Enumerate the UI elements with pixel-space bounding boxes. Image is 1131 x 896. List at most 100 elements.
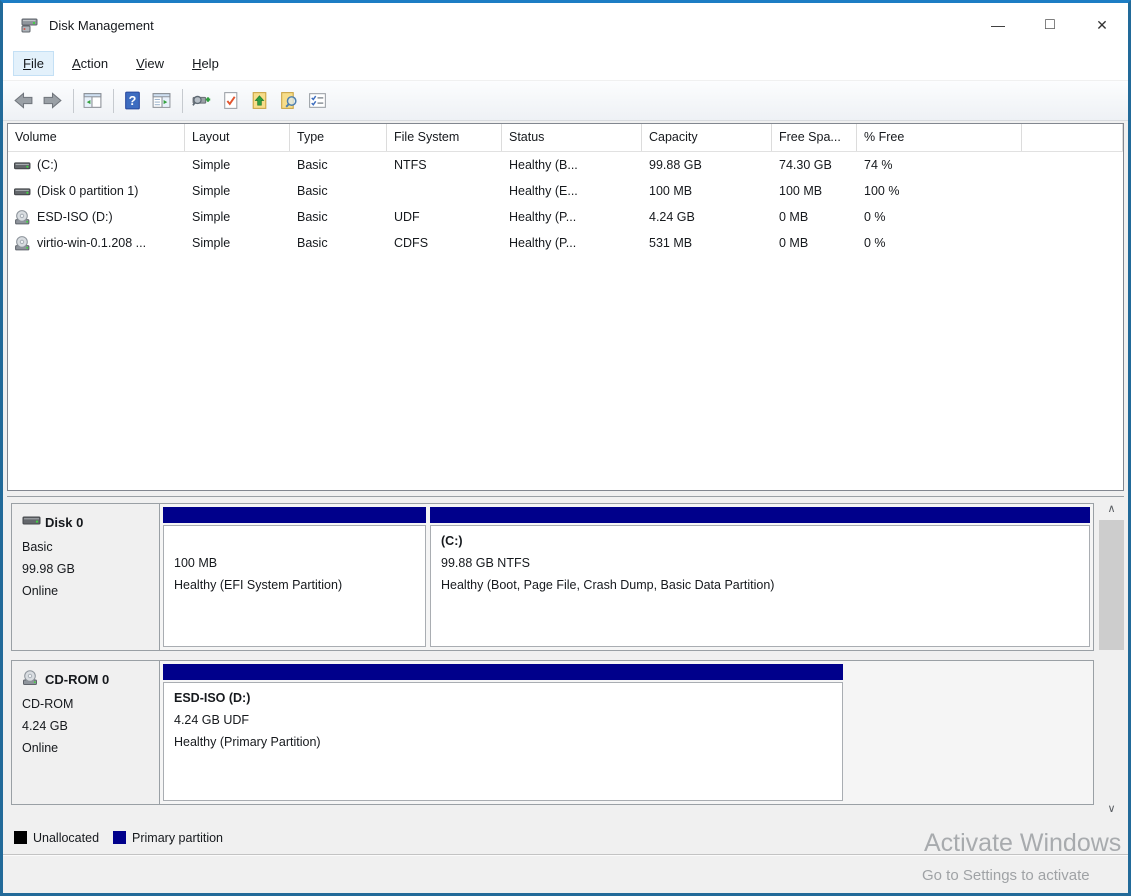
rescan-disks-icon[interactable] — [188, 87, 215, 114]
partition-size: 4.24 GB UDF — [174, 709, 832, 731]
column-header-pct-free[interactable]: % Free — [857, 124, 1022, 151]
close-button[interactable]: ✕ — [1076, 3, 1128, 47]
partition-color-band — [163, 664, 843, 680]
volume-name: virtio-win-0.1.208 ... — [37, 236, 146, 250]
cdrom-0-header[interactable]: CD-ROM 0 CD-ROM 4.24 GB Online — [12, 661, 160, 804]
forward-arrow-icon[interactable] — [39, 87, 66, 114]
disk-size: 99.98 GB — [22, 558, 155, 580]
disk-volume-icon — [14, 157, 31, 174]
partition-size: 99.88 GB NTFS — [441, 552, 1079, 574]
scroll-up-icon[interactable]: ∧ — [1099, 499, 1124, 518]
properties-list-icon[interactable] — [304, 87, 331, 114]
disk-status: Online — [22, 737, 155, 759]
partition-status: Healthy (Primary Partition) — [174, 731, 832, 753]
column-header-type[interactable]: Type — [290, 124, 387, 151]
volume-pct-free: 0 % — [857, 210, 1022, 224]
partition-title: (C:) — [441, 530, 1079, 552]
partition-status: Healthy (Boot, Page File, Crash Dump, Ba… — [441, 574, 1079, 596]
legend-label: Unallocated — [33, 831, 99, 845]
scroll-down-icon[interactable]: ∨ — [1099, 799, 1124, 818]
toolbar-separator — [113, 89, 114, 113]
menu-view[interactable]: View — [126, 51, 174, 76]
column-header-layout[interactable]: Layout — [185, 124, 290, 151]
column-header-status[interactable]: Status — [502, 124, 642, 151]
column-header-free-space[interactable]: Free Spa... — [772, 124, 857, 151]
cd-rom-icon — [22, 670, 42, 689]
disk-graph-pane: Disk 0 Basic 99.98 GB Online 100 MB Heal… — [7, 496, 1124, 820]
column-header-file-system[interactable]: File System — [387, 124, 502, 151]
menu-file[interactable]: File — [13, 51, 54, 76]
partition-title — [174, 530, 415, 552]
disk-size: 4.24 GB — [22, 715, 155, 737]
volume-free: 100 MB — [772, 184, 857, 198]
volume-row-c[interactable]: (C:) Simple Basic NTFS Healthy (B... 99.… — [8, 152, 1123, 178]
partition-size: 100 MB — [174, 552, 415, 574]
volume-status: Healthy (B... — [502, 158, 642, 172]
volume-name: (Disk 0 partition 1) — [37, 184, 138, 198]
partition-c[interactable]: (C:) 99.88 GB NTFS Healthy (Boot, Page F… — [430, 507, 1090, 647]
disk-name: Disk 0 — [45, 515, 83, 530]
titlebar: Disk Management — □ ✕ — [3, 3, 1128, 47]
volume-row-virtio-win[interactable]: virtio-win-0.1.208 ... Simple Basic CDFS… — [8, 230, 1123, 256]
vertical-scrollbar[interactable]: ∧ ∨ — [1099, 499, 1124, 818]
volume-layout: Simple — [185, 210, 290, 224]
volume-fs: NTFS — [387, 158, 502, 172]
menu-help[interactable]: Help — [182, 51, 229, 76]
disk-status: Online — [22, 580, 155, 602]
volume-list-pane: Volume Layout Type File System Status Ca… — [7, 123, 1124, 491]
primary-partition-swatch — [113, 831, 126, 844]
volume-type: Basic — [290, 210, 387, 224]
partition-efi[interactable]: 100 MB Healthy (EFI System Partition) — [163, 507, 426, 647]
legend-bar: Unallocated Primary partition — [3, 821, 1128, 855]
window-title: Disk Management — [49, 18, 154, 33]
file-up-icon[interactable] — [246, 87, 273, 114]
volume-list-header: Volume Layout Type File System Status Ca… — [8, 124, 1123, 152]
volume-capacity: 100 MB — [642, 184, 772, 198]
cdrom-0-row: CD-ROM 0 CD-ROM 4.24 GB Online ESD-ISO (… — [11, 660, 1094, 805]
minimize-button[interactable]: — — [972, 3, 1024, 47]
disk-0-header[interactable]: Disk 0 Basic 99.98 GB Online — [12, 504, 160, 650]
disk-kind: Basic — [22, 536, 155, 558]
maximize-button[interactable]: □ — [1024, 3, 1076, 47]
cd-volume-icon — [14, 209, 31, 226]
unallocated-swatch — [14, 831, 27, 844]
help-icon[interactable]: ? — [119, 87, 146, 114]
volume-layout: Simple — [185, 236, 290, 250]
toolbar: ? — [3, 81, 1128, 121]
column-header-volume[interactable]: Volume — [8, 124, 185, 151]
menu-action[interactable]: Action — [62, 51, 118, 76]
menubar: File Action View Help — [3, 47, 1128, 81]
volume-name: (C:) — [37, 158, 58, 172]
volume-status: Healthy (E... — [502, 184, 642, 198]
volume-fs: CDFS — [387, 236, 502, 250]
disk-management-window: Disk Management — □ ✕ File Action View H… — [0, 0, 1131, 896]
partition-color-band — [163, 507, 426, 523]
window-controls: — □ ✕ — [972, 3, 1128, 47]
partition-status: Healthy (EFI System Partition) — [174, 574, 415, 596]
app-icon — [20, 15, 40, 35]
svg-text:?: ? — [129, 94, 137, 108]
show-action-pane-icon[interactable] — [148, 87, 175, 114]
volume-pct-free: 0 % — [857, 236, 1022, 250]
volume-capacity: 531 MB — [642, 236, 772, 250]
partition-title: ESD-ISO (D:) — [174, 687, 832, 709]
show-console-tree-icon[interactable] — [79, 87, 106, 114]
volume-pct-free: 74 % — [857, 158, 1022, 172]
volume-name: ESD-ISO (D:) — [37, 210, 113, 224]
volume-free: 74.30 GB — [772, 158, 857, 172]
scrollbar-thumb[interactable] — [1099, 520, 1124, 650]
back-arrow-icon[interactable] — [10, 87, 37, 114]
disk-volume-icon — [14, 183, 31, 200]
disk-0-row: Disk 0 Basic 99.98 GB Online 100 MB Heal… — [11, 503, 1094, 651]
column-header-capacity[interactable]: Capacity — [642, 124, 772, 151]
file-search-icon[interactable] — [275, 87, 302, 114]
disk-kind: CD-ROM — [22, 693, 155, 715]
partition-esd-iso[interactable]: ESD-ISO (D:) 4.24 GB UDF Healthy (Primar… — [163, 664, 843, 801]
volume-row-disk0-partition1[interactable]: (Disk 0 partition 1) Simple Basic Health… — [8, 178, 1123, 204]
check-document-icon[interactable] — [217, 87, 244, 114]
volume-layout: Simple — [185, 184, 290, 198]
partition-color-band — [430, 507, 1090, 523]
volume-row-esd-iso[interactable]: ESD-ISO (D:) Simple Basic UDF Healthy (P… — [8, 204, 1123, 230]
legend-unallocated: Unallocated — [14, 831, 99, 845]
cd-volume-icon — [14, 235, 31, 252]
